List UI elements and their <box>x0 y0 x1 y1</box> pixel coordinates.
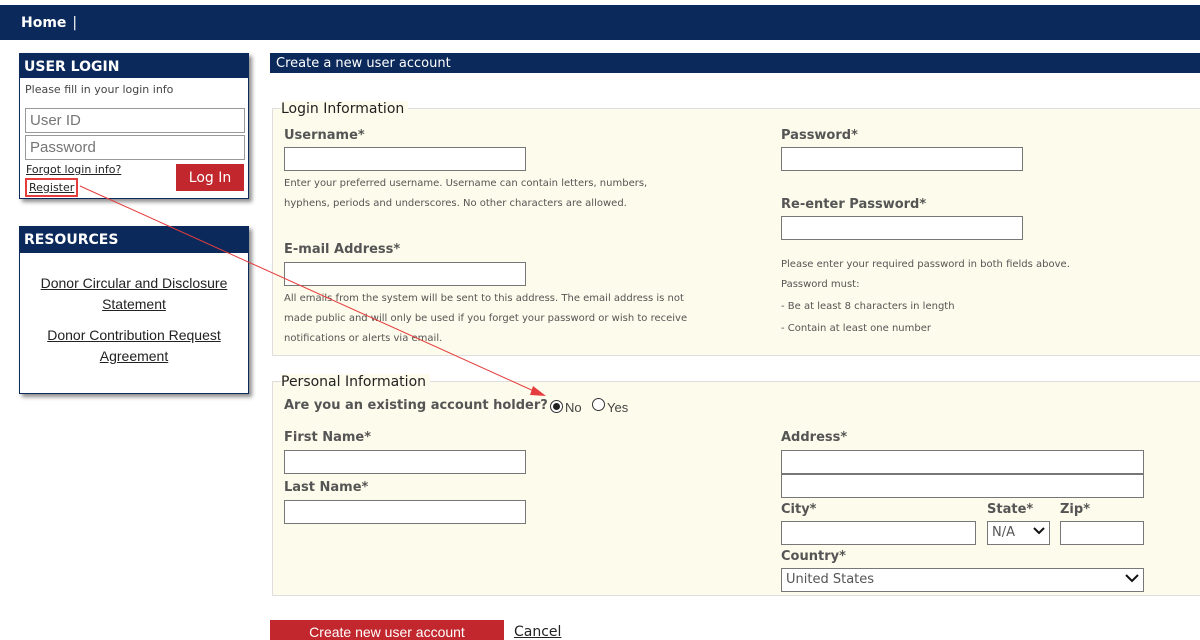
last-name-input[interactable] <box>284 500 526 524</box>
password-help-4: - Contain at least one number <box>781 323 931 334</box>
username-help-1: Enter your preferred username. Username … <box>284 178 648 189</box>
register-link[interactable]: Register <box>25 178 79 197</box>
create-account-button[interactable]: Create new user account <box>270 620 504 640</box>
email-help-1: All emails from the system will be sent … <box>284 293 684 304</box>
zip-input[interactable] <box>1060 521 1144 545</box>
state-value: N/A <box>992 525 1015 540</box>
first-name-label: First Name* <box>284 430 372 445</box>
chevron-down-icon <box>1125 572 1139 586</box>
login-button[interactable]: Log In <box>176 164 244 191</box>
home-link[interactable]: Home <box>21 15 66 31</box>
user-login-panel: USER LOGIN Please fill in your login inf… <box>19 53 249 199</box>
password-input[interactable] <box>25 135 245 160</box>
login-hint: Please fill in your login info <box>25 83 174 96</box>
radio-no-label: No <box>565 400 582 415</box>
chevron-down-icon <box>1033 525 1045 539</box>
login-information-legend: Login Information <box>281 101 409 117</box>
last-name-label: Last Name* <box>284 480 369 495</box>
page-title: Create a new user account <box>270 53 1200 73</box>
state-select[interactable]: N/A <box>987 521 1050 545</box>
username-help-2: hyphens, periods and underscores. No oth… <box>284 198 627 209</box>
resources-panel: RESOURCES Donor Circular and Disclosure … <box>19 226 249 394</box>
address-line1-input[interactable] <box>781 450 1144 474</box>
forgot-login-link[interactable]: Forgot login info? <box>26 163 121 176</box>
existing-account-question: Are you an existing account holder? <box>284 398 548 413</box>
email-label: E-mail Address* <box>284 242 401 257</box>
donor-circular-line2: Statement <box>102 296 166 312</box>
donor-contribution-line2: Agreement <box>99 348 169 364</box>
address-label: Address* <box>781 430 848 445</box>
username-input[interactable] <box>284 147 526 171</box>
nav-separator: | <box>72 15 78 31</box>
donor-contribution-line1: Donor Contribution Request <box>47 327 221 343</box>
radio-no[interactable] <box>550 400 563 413</box>
donor-circular-link[interactable]: Donor Circular and Disclosure Statement <box>20 273 248 315</box>
donor-circular-line1: Donor Circular and Disclosure <box>40 275 228 291</box>
city-label: City* <box>781 502 817 517</box>
radio-yes[interactable] <box>592 398 605 411</box>
user-login-title: USER LOGIN <box>20 54 248 78</box>
city-input[interactable] <box>781 521 976 545</box>
username-label: Username* <box>284 128 365 143</box>
top-nav-bar: Home | <box>0 5 1200 40</box>
password-help-3: - Be at least 8 characters in length <box>781 301 955 312</box>
password-help-2: Password must: <box>781 279 860 290</box>
email-help-3: notifications or alerts via email. <box>284 333 443 344</box>
country-select[interactable]: United States <box>781 568 1144 592</box>
state-label: State* <box>987 502 1034 517</box>
address-line2-input[interactable] <box>781 474 1144 498</box>
reenter-password-field[interactable] <box>781 216 1023 240</box>
user-id-input[interactable] <box>25 108 245 133</box>
password-field[interactable] <box>781 147 1023 171</box>
password-help-1: Please enter your required password in b… <box>781 259 1070 270</box>
country-label: Country* <box>781 549 846 564</box>
cancel-link[interactable]: Cancel <box>514 624 561 640</box>
zip-label: Zip* <box>1060 502 1090 517</box>
reenter-password-label: Re-enter Password* <box>781 197 927 212</box>
resources-title: RESOURCES <box>20 227 248 253</box>
country-value: United States <box>786 572 875 587</box>
email-input[interactable] <box>284 262 526 286</box>
radio-yes-label: Yes <box>607 400 629 415</box>
password-label: Password* <box>781 128 858 143</box>
email-help-2: made public and will only be used if you… <box>284 313 688 324</box>
personal-information-legend: Personal Information <box>281 374 431 390</box>
first-name-input[interactable] <box>284 450 526 474</box>
donor-contribution-link[interactable]: Donor Contribution Request Agreement <box>20 325 248 367</box>
